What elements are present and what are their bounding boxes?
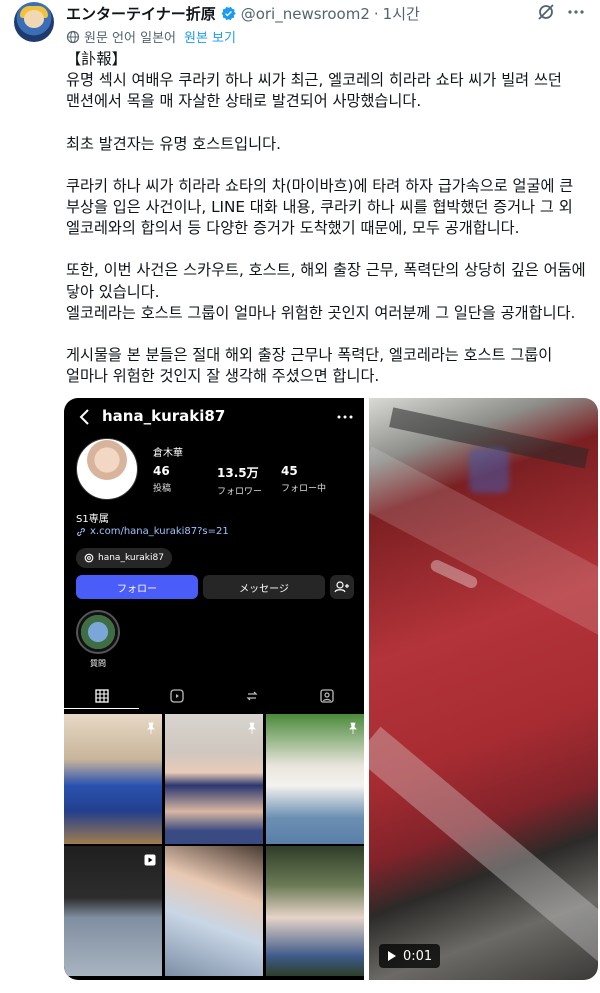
ig-highlight-circle — [76, 610, 120, 654]
video-player[interactable]: 0:01 — [369, 398, 598, 980]
reels-icon — [139, 683, 214, 709]
text-paragraph: 쿠라키 하나 씨가 히라라 쇼타의 차(마이바흐)에 타려 하자 급가속으로 얼… — [66, 176, 574, 238]
ig-stat-followers: 13.5万 フォロワー — [217, 464, 281, 497]
pin-icon — [247, 719, 257, 734]
ig-tabs — [64, 683, 364, 709]
video-frame-detail — [369, 726, 598, 970]
text-paragraph: 엘코레라는 호스트 그룹이 얼마나 위험한 곳인지 여러분께 그 일단을 공개합… — [66, 303, 576, 322]
ig-stat-number: 46 — [153, 464, 170, 478]
post-text: 【訃報】 유명 섹시 여배우 쿠라키 하나 씨가 최근, 엘코레의 히라라 쇼타… — [66, 49, 590, 387]
ig-bio: S1専属 — [76, 514, 109, 525]
instagram-screenshot-image[interactable]: hana_kuraki87 倉木華 46 投稿 13.5万 フォロワー 45 フ… — [64, 398, 364, 980]
grok-icon[interactable] — [536, 2, 556, 22]
author-handle[interactable]: @ori_newsroom2 — [241, 5, 370, 23]
verified-badge-icon — [220, 5, 237, 22]
author-avatar[interactable] — [14, 2, 54, 42]
ig-post-thumbnail — [64, 714, 162, 844]
globe-icon — [66, 30, 80, 44]
more-options-icon[interactable] — [566, 2, 586, 22]
ig-post-thumbnail — [266, 714, 364, 844]
link-icon — [76, 527, 86, 537]
ig-stats: 46 投稿 13.5万 フォロワー 45 フォロー中 — [153, 464, 345, 497]
ig-message-button: メッセージ — [203, 575, 325, 599]
ig-stat-label: 投稿 — [153, 484, 172, 494]
author-display-name[interactable]: エンターテイナー折原 — [66, 3, 216, 24]
media-grid: hana_kuraki87 倉木華 46 投稿 13.5万 フォロワー 45 フ… — [64, 398, 598, 980]
text-paragraph: 또한, 이번 사건은 스카우트, 호스트, 해외 출장 근무, 폭력단의 상당히… — [66, 261, 586, 301]
ig-follow-button: フォロー — [76, 575, 198, 599]
ig-highlight-label: 質問 — [90, 659, 106, 668]
show-original-link[interactable]: 원본 보기 — [184, 27, 236, 46]
post-timestamp[interactable]: 1시간 — [383, 3, 420, 24]
video-duration: 0:01 — [403, 948, 433, 964]
ig-stat-posts: 46 投稿 — [153, 464, 217, 497]
tagged-icon — [289, 683, 364, 709]
ig-profile-picture — [76, 438, 138, 500]
text-paragraph: 최초 발견자는 유명 호스트입니다. — [66, 134, 281, 153]
threads-icon — [84, 553, 94, 563]
video-duration-badge[interactable]: 0:01 — [379, 944, 441, 968]
post-header: エンターテイナー折原 @ori_newsroom2 · 1시간 — [66, 3, 420, 24]
grid-icon — [64, 683, 139, 709]
ig-post-thumbnail — [64, 846, 162, 976]
ig-link: x.com/hana_kuraki87?s=21 — [76, 526, 229, 537]
reposts-icon — [214, 683, 289, 709]
ig-stat-label: フォロワー — [217, 487, 263, 497]
ig-stat-number: 45 — [281, 464, 298, 478]
translation-label: 원문 언어 일본어 — [84, 31, 176, 46]
ig-username: hana_kuraki87 — [102, 407, 226, 425]
text-paragraph: 【訃報】 — [66, 50, 127, 68]
back-arrow-icon — [78, 408, 92, 426]
ig-post-grid — [64, 714, 364, 980]
ig-post-thumbnail — [266, 846, 364, 976]
ig-more-icon — [336, 408, 354, 426]
pin-icon — [146, 719, 156, 734]
translation-row: 원문 언어 일본어 원본 보기 — [66, 27, 236, 46]
text-paragraph: 게시물을 본 분들은 절대 해외 출장 근무나 폭력단, 엘코레라는 호스트 그… — [66, 346, 553, 386]
ig-post-thumbnail — [165, 714, 263, 844]
ig-post-thumbnail — [165, 846, 263, 976]
ig-threads-badge: hana_kuraki87 — [76, 548, 172, 568]
avatar-face — [24, 10, 44, 28]
ig-stat-label: フォロー中 — [281, 484, 327, 494]
play-icon — [387, 950, 397, 962]
ig-display-name: 倉木華 — [153, 448, 183, 459]
add-user-icon — [330, 575, 354, 599]
ig-threads-text: hana_kuraki87 — [98, 553, 164, 563]
separator-dot: · — [373, 4, 379, 23]
video-frame-detail — [469, 448, 509, 493]
ig-stat-following: 45 フォロー中 — [281, 464, 345, 497]
text-paragraph: 유명 섹시 여배우 쿠라키 하나 씨가 최근, 엘코레의 히라라 쇼타 씨가 빌… — [66, 71, 562, 111]
pin-icon — [348, 719, 358, 734]
ig-stat-number: 13.5万 — [217, 466, 259, 480]
reel-icon — [144, 851, 156, 866]
ig-link-text: x.com/hana_kuraki87?s=21 — [90, 526, 229, 537]
